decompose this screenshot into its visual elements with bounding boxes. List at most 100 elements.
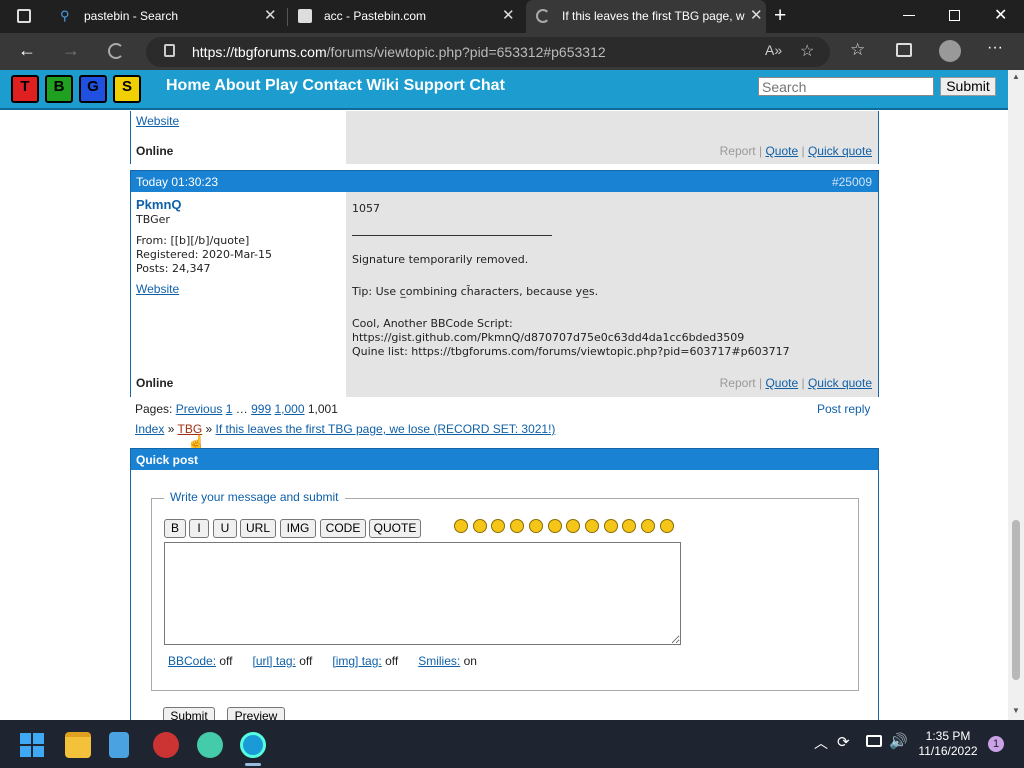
signature-link[interactable]: https://gist.github.com/PkmnQ/d870707d75… (352, 331, 744, 344)
underline-button[interactable]: U (213, 519, 237, 538)
tab-title: If this leaves the first TBG page, w (562, 9, 745, 23)
scroll-up-icon[interactable]: ▲ (1012, 72, 1020, 81)
sync-icon[interactable]: ⟳ (837, 733, 850, 751)
scrollbar-thumb[interactable] (1012, 520, 1020, 680)
notepad-icon[interactable] (109, 732, 129, 758)
message-textarea[interactable] (164, 542, 681, 645)
clock[interactable]: 1:35 PM 11/16/2022 (915, 729, 981, 759)
read-aloud-icon[interactable]: A» (765, 42, 782, 58)
nav-about[interactable]: About (214, 77, 260, 94)
page-999[interactable]: 999 (251, 402, 271, 416)
smiley-icon[interactable] (659, 519, 674, 533)
quick-quote-link[interactable]: Quick quote (808, 376, 872, 390)
bbcode-status: off (219, 654, 233, 668)
site-search-input[interactable] (758, 77, 934, 96)
restore-icon[interactable] (949, 10, 960, 21)
logo-key-b: B (45, 75, 73, 103)
bbcode-help-link[interactable]: BBCode: (168, 654, 216, 668)
close-tab-icon[interactable]: ✕ (264, 6, 277, 24)
tray-chevron-icon[interactable]: ︿ (814, 733, 828, 753)
smiley-icon[interactable] (566, 519, 581, 533)
nav-contact[interactable]: Contact (302, 77, 362, 94)
url-button[interactable]: URL (240, 519, 276, 538)
submit-button[interactable]: Submit (163, 707, 215, 720)
bold-button[interactable]: B (164, 519, 186, 538)
online-status: Online (136, 376, 174, 390)
report-link[interactable]: Report (720, 144, 756, 158)
post-reply-link[interactable]: Post reply (817, 402, 870, 416)
img-tag-help-link[interactable]: [img] tag: (332, 654, 381, 668)
nav-home[interactable]: Home (166, 77, 210, 94)
preview-button[interactable]: Preview (227, 707, 285, 720)
smiley-icon[interactable] (603, 519, 618, 533)
smiley-icon[interactable] (584, 519, 599, 533)
tab-current-topic[interactable]: If this leaves the first TBG page, w ✕ (526, 0, 766, 33)
post-author[interactable]: PkmnQ (136, 197, 182, 212)
favorites-icon[interactable]: ☆ (850, 40, 865, 60)
collections-icon[interactable] (896, 43, 912, 57)
code-button[interactable]: CODE (320, 519, 366, 538)
report-link[interactable]: Report (720, 376, 756, 390)
edge-icon[interactable] (240, 732, 266, 758)
close-tab-icon[interactable]: ✕ (750, 6, 763, 24)
new-tab-icon[interactable]: + (774, 4, 786, 28)
window-menu-icon[interactable] (17, 9, 31, 23)
pastebin-icon (298, 9, 312, 23)
previous-post: Website Online Report | Quote | Quick qu… (130, 111, 879, 164)
start-icon[interactable] (20, 733, 44, 757)
site-search-button[interactable]: Submit (940, 77, 996, 96)
smiley-icon[interactable] (472, 519, 487, 533)
smilies-help-link[interactable]: Smilies: (418, 654, 460, 668)
nav-chat[interactable]: Chat (469, 77, 505, 94)
post-number-link[interactable]: #25009 (832, 175, 872, 189)
file-explorer-icon[interactable] (65, 732, 91, 758)
browser-tab-strip: ⚲ pastebin - Search ✕ acc - Pastebin.com… (0, 0, 1024, 33)
page-scrollbar[interactable]: ▲ ▼ (1008, 70, 1024, 720)
stop-loading-icon[interactable] (108, 43, 124, 59)
breadcrumb-topic[interactable]: If this leaves the first TBG page, we lo… (216, 422, 556, 436)
smiley-icon[interactable] (454, 519, 468, 533)
volume-icon[interactable]: 🔊 (889, 732, 908, 750)
img-button[interactable]: IMG (280, 519, 316, 538)
smiley-icon[interactable] (547, 519, 562, 533)
italic-button[interactable]: I (189, 519, 209, 538)
smiley-icon[interactable] (491, 519, 506, 533)
profile-avatar-icon[interactable] (939, 40, 961, 62)
url-tag-help-link[interactable]: [url] tag: (253, 654, 296, 668)
quote-link[interactable]: Quote (765, 376, 798, 390)
scroll-down-icon[interactable]: ▼ (1012, 706, 1020, 715)
smiley-icon[interactable] (510, 519, 525, 533)
smiley-icon[interactable] (528, 519, 543, 533)
tab-pastebin-search[interactable]: ⚲ pastebin - Search ✕ (48, 0, 286, 33)
tab-pastebin-acc[interactable]: acc - Pastebin.com ✕ (288, 0, 524, 33)
smiley-icon[interactable] (622, 519, 637, 533)
add-favorite-icon[interactable]: ☆ (800, 41, 814, 61)
notification-badge[interactable]: 1 (988, 736, 1004, 752)
page-previous[interactable]: Previous (176, 402, 223, 416)
close-tab-icon[interactable]: ✕ (502, 6, 515, 24)
nav-wiki[interactable]: Wiki (366, 77, 399, 94)
forward-icon[interactable]: → (62, 40, 80, 61)
page-1000[interactable]: 1,000 (274, 402, 304, 416)
website-link[interactable]: Website (136, 282, 179, 296)
quote-button[interactable]: QUOTE (369, 519, 421, 538)
address-bar[interactable]: https://tbgforums.com/forums/viewtopic.p… (146, 37, 830, 67)
minimize-icon[interactable] (903, 15, 915, 16)
close-window-icon[interactable]: ✕ (994, 5, 1007, 25)
nav-support[interactable]: Support (404, 77, 465, 94)
nav-play[interactable]: Play (265, 77, 298, 94)
quote-link[interactable]: Quote (765, 144, 798, 158)
signature-link[interactable]: Quine list: https://tbgforums.com/forums… (352, 345, 790, 358)
windows-taskbar: ︿ ⟳ 🔊 1:35 PM 11/16/2022 1 (0, 720, 1024, 768)
page-1[interactable]: 1 (226, 402, 233, 416)
back-icon[interactable]: ← (18, 40, 36, 61)
settings-globe-icon[interactable] (197, 732, 223, 758)
quick-quote-link[interactable]: Quick quote (808, 144, 872, 158)
breadcrumb-index[interactable]: Index (135, 422, 164, 436)
smiley-icon[interactable] (641, 519, 655, 533)
address-toolbar: ← → https://tbgforums.com/forums/viewtop… (0, 33, 1024, 70)
website-link[interactable]: Website (136, 114, 179, 128)
app-icon[interactable] (153, 732, 179, 758)
network-icon[interactable] (866, 735, 882, 747)
more-menu-icon[interactable]: ··· (987, 39, 1003, 57)
